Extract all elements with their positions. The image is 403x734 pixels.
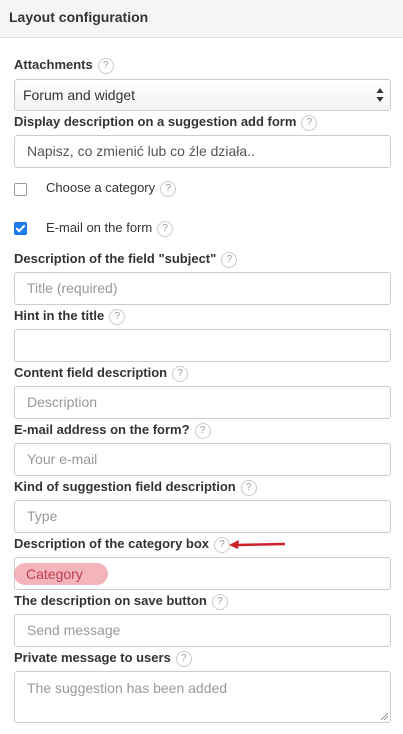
private-message-label-text: Private message to users [14,650,171,665]
email-on-form-label-text: E-mail on the form [46,220,153,235]
email-address-label: E-mail address on the form?? [14,422,211,439]
display-description-input[interactable]: Napisz, co zmienić lub co źle działa.. [14,135,391,168]
category-box-label: Description of the category box? [14,536,231,553]
hint-in-title-label-text: Hint in the title [14,308,105,323]
choose-category-label: Choose a category? [46,180,177,197]
help-icon[interactable]: ? [240,479,257,496]
private-message-placeholder: The suggestion has been added [27,680,228,696]
kind-description-label: Kind of suggestion field description? [14,479,257,496]
help-icon[interactable]: ? [109,308,126,325]
panel-title: Layout configuration [9,9,149,25]
private-message-textarea[interactable]: The suggestion has been added [14,671,391,723]
help-icon[interactable]: ? [97,57,114,74]
save-button-description-label-text: The description on save button [14,593,207,608]
hint-in-title-input[interactable] [14,329,391,362]
subject-description-label: Description of the field "subject"? [14,251,238,268]
subject-description-input[interactable]: Title (required) [14,272,391,305]
hint-in-title-label: Hint in the title? [14,308,126,325]
select-arrows-icon [376,88,384,102]
category-box-placeholder: Category [26,566,83,582]
annotation-arrow-icon [229,540,286,549]
content-description-input[interactable]: Description [14,386,391,419]
attachments-select-value: Forum and widget [23,87,136,103]
email-address-label-text: E-mail address on the form? [14,422,190,437]
email-on-form-label: E-mail on the form? [46,220,174,237]
attachments-label-text: Attachments [14,57,93,72]
email-on-form-checkbox[interactable] [14,222,27,235]
display-description-label-text: Display description on a suggestion add … [14,114,297,129]
content-description-label-text: Content field description [14,365,168,380]
display-description-label: Display description on a suggestion add … [14,114,318,131]
choose-category-checkbox[interactable] [14,183,27,196]
attachments-select[interactable]: Forum and widget [14,79,391,111]
save-button-description-input[interactable]: Send message [14,614,391,647]
choose-category-label-text: Choose a category [46,180,156,195]
help-icon[interactable]: ? [175,650,192,667]
email-address-input[interactable]: Your e-mail [14,443,391,476]
kind-description-input[interactable]: Type [14,500,391,533]
help-icon[interactable]: ? [160,180,177,197]
kind-description-label-text: Kind of suggestion field description [14,479,236,494]
attachments-label: Attachments? [14,57,114,74]
subject-description-label-text: Description of the field "subject" [14,251,217,266]
help-icon[interactable]: ? [301,114,318,131]
help-icon[interactable]: ? [194,422,211,439]
save-button-description-label: The description on save button? [14,593,228,610]
private-message-label: Private message to users? [14,650,192,667]
category-box-label-text: Description of the category box [14,536,210,551]
content-description-label: Content field description? [14,365,189,382]
resize-handle-icon[interactable] [380,712,388,720]
help-icon[interactable]: ? [211,593,228,610]
help-icon[interactable]: ? [172,365,189,382]
panel-header: Layout configuration [0,0,403,38]
help-icon[interactable]: ? [157,220,174,237]
help-icon[interactable]: ? [221,251,238,268]
